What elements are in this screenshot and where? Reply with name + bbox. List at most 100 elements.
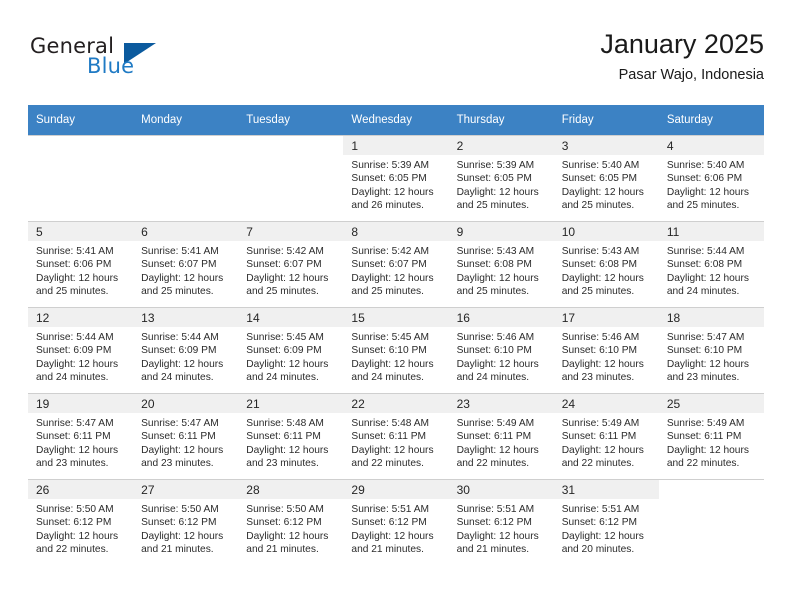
daylight-duration-line1: Daylight: 12 hours bbox=[351, 186, 434, 198]
sunrise-time: Sunrise: 5:49 AM bbox=[561, 418, 640, 429]
day-number: 27 bbox=[133, 479, 239, 499]
daylight-duration-line1: Daylight: 12 hours bbox=[351, 272, 434, 284]
sunrise-time: Sunrise: 5:44 AM bbox=[36, 332, 114, 343]
day-info: Sunrise: 5:40 AM Sunset: 6:06 PM Daylight:… bbox=[659, 155, 764, 212]
calendar-day-cell-empty bbox=[133, 135, 239, 221]
day-number: 22 bbox=[343, 393, 449, 413]
day-info: Sunrise: 5:45 AM Sunset: 6:09 PM Daylight:… bbox=[238, 327, 343, 384]
sunset-time: Sunset: 6:12 PM bbox=[561, 517, 638, 529]
calendar-body: 1 Sunrise: 5:39 AM Sunset: 6:05 PM Daylight… bbox=[28, 135, 764, 565]
general-blue-logo[interactable]: General Blue bbox=[30, 34, 160, 82]
day-number: 26 bbox=[28, 479, 134, 499]
daylight-duration-line1: Daylight: 12 hours bbox=[351, 530, 434, 542]
calendar-day-cell[interactable]: 9 Sunrise: 5:43 AM Sunset: 6:08 PM Daylight… bbox=[448, 221, 554, 307]
daylight-duration-line1: Daylight: 12 hours bbox=[351, 444, 434, 456]
sunset-time: Sunset: 6:11 PM bbox=[246, 431, 321, 443]
day-number: 7 bbox=[238, 221, 344, 241]
calendar-day-cell[interactable]: 1 Sunrise: 5:39 AM Sunset: 6:05 PM Daylight… bbox=[343, 135, 449, 221]
day-info: Sunrise: 5:41 AM Sunset: 6:06 PM Daylight:… bbox=[28, 241, 133, 298]
calendar-day-cell[interactable]: 3 Sunrise: 5:40 AM Sunset: 6:05 PM Daylight… bbox=[553, 135, 659, 221]
calendar-day-cell[interactable]: 24 Sunrise: 5:49 AM Sunset: 6:11 PM Dayligh… bbox=[553, 393, 659, 479]
sunrise-time: Sunrise: 5:43 AM bbox=[456, 246, 535, 257]
daylight-duration-line1: Daylight: 12 hours bbox=[351, 358, 434, 370]
calendar-day-cell[interactable]: 30 Sunrise: 5:51 AM Sunset: 6:12 PM Dayligh… bbox=[448, 479, 554, 565]
calendar-day-cell[interactable]: 23 Sunrise: 5:49 AM Sunset: 6:11 PM Dayligh… bbox=[448, 393, 554, 479]
daylight-duration-line1: Daylight: 12 hours bbox=[36, 272, 119, 284]
calendar-week-row: 12 Sunrise: 5:44 AM Sunset: 6:09 PM Dayligh… bbox=[28, 307, 764, 393]
sunrise-time: Sunrise: 5:42 AM bbox=[351, 246, 430, 257]
calendar-day-cell[interactable]: 21 Sunrise: 5:48 AM Sunset: 6:11 PM Dayligh… bbox=[238, 393, 344, 479]
sunset-time: Sunset: 6:09 PM bbox=[246, 345, 322, 357]
column-header-tuesday: Tuesday bbox=[238, 105, 344, 135]
calendar-day-cell[interactable]: 11 Sunrise: 5:44 AM Sunset: 6:08 PM Dayligh… bbox=[658, 221, 764, 307]
daylight-duration-line2: and 25 minutes. bbox=[36, 285, 109, 297]
day-info: Sunrise: 5:50 AM Sunset: 6:12 PM Daylight:… bbox=[28, 499, 133, 556]
day-number bbox=[133, 135, 239, 155]
calendar-day-cell[interactable]: 8 Sunrise: 5:42 AM Sunset: 6:07 PM Daylight… bbox=[343, 221, 449, 307]
calendar-day-cell[interactable]: 2 Sunrise: 5:39 AM Sunset: 6:05 PM Daylight… bbox=[448, 135, 554, 221]
day-number: 13 bbox=[133, 307, 239, 327]
calendar-day-cell[interactable]: 20 Sunrise: 5:47 AM Sunset: 6:11 PM Dayligh… bbox=[133, 393, 239, 479]
calendar-day-cell[interactable]: 31 Sunrise: 5:51 AM Sunset: 6:12 PM Dayligh… bbox=[553, 479, 659, 565]
calendar-day-cell[interactable]: 13 Sunrise: 5:44 AM Sunset: 6:09 PM Dayligh… bbox=[133, 307, 239, 393]
calendar-day-cell[interactable]: 12 Sunrise: 5:44 AM Sunset: 6:09 PM Dayligh… bbox=[28, 307, 134, 393]
calendar-week-row: 19 Sunrise: 5:47 AM Sunset: 6:11 PM Dayligh… bbox=[28, 393, 764, 479]
day-info: Sunrise: 5:49 AM Sunset: 6:11 PM Daylight:… bbox=[659, 413, 764, 470]
daylight-duration-line2: and 24 minutes. bbox=[351, 371, 424, 383]
calendar-day-cell[interactable]: 17 Sunrise: 5:46 AM Sunset: 6:10 PM Dayligh… bbox=[553, 307, 659, 393]
calendar-day-cell[interactable]: 5 Sunrise: 5:41 AM Sunset: 6:06 PM Daylight… bbox=[28, 221, 134, 307]
sunrise-time: Sunrise: 5:49 AM bbox=[666, 418, 745, 429]
sunset-time: Sunset: 6:05 PM bbox=[456, 173, 532, 185]
daylight-duration-line2: and 20 minutes. bbox=[561, 543, 635, 555]
calendar-day-cell[interactable]: 16 Sunrise: 5:46 AM Sunset: 6:10 PM Dayligh… bbox=[448, 307, 554, 393]
calendar-day-cell[interactable]: 6 Sunrise: 5:41 AM Sunset: 6:07 PM Daylight… bbox=[133, 221, 239, 307]
column-header-wednesday: Wednesday bbox=[343, 105, 449, 135]
day-info: Sunrise: 5:44 AM Sunset: 6:09 PM Daylight:… bbox=[28, 327, 133, 384]
sunset-time: Sunset: 6:08 PM bbox=[456, 259, 532, 271]
daylight-duration-line2: and 24 minutes. bbox=[246, 371, 319, 383]
day-number: 25 bbox=[658, 393, 764, 413]
day-info: Sunrise: 5:47 AM Sunset: 6:11 PM Daylight:… bbox=[133, 413, 238, 470]
daylight-duration-line1: Daylight: 12 hours bbox=[246, 358, 329, 370]
day-number: 4 bbox=[658, 135, 764, 155]
day-number: 16 bbox=[448, 307, 554, 327]
daylight-duration-line1: Daylight: 12 hours bbox=[36, 358, 119, 370]
calendar-day-cell[interactable]: 29 Sunrise: 5:51 AM Sunset: 6:12 PM Dayligh… bbox=[343, 479, 449, 565]
day-number: 2 bbox=[448, 135, 554, 155]
calendar-day-cell[interactable]: 26 Sunrise: 5:50 AM Sunset: 6:12 PM Dayligh… bbox=[28, 479, 134, 565]
daylight-duration-line2: and 23 minutes. bbox=[246, 457, 319, 469]
day-info: Sunrise: 5:44 AM Sunset: 6:08 PM Daylight:… bbox=[659, 241, 764, 298]
day-info: Sunrise: 5:40 AM Sunset: 6:05 PM Daylight:… bbox=[554, 155, 659, 212]
day-number: 17 bbox=[553, 307, 659, 327]
day-number bbox=[28, 135, 134, 155]
sunset-time: Sunset: 6:11 PM bbox=[141, 431, 216, 443]
daylight-duration-line1: Daylight: 12 hours bbox=[36, 444, 119, 456]
daylight-duration-line1: Daylight: 12 hours bbox=[666, 358, 749, 370]
day-number: 28 bbox=[238, 479, 344, 499]
calendar-day-cell[interactable]: 14 Sunrise: 5:45 AM Sunset: 6:09 PM Dayligh… bbox=[238, 307, 344, 393]
calendar-day-cell[interactable]: 18 Sunrise: 5:47 AM Sunset: 6:10 PM Dayligh… bbox=[658, 307, 764, 393]
calendar-day-cell[interactable]: 10 Sunrise: 5:43 AM Sunset: 6:08 PM Dayligh… bbox=[553, 221, 659, 307]
calendar-day-cell[interactable]: 4 Sunrise: 5:40 AM Sunset: 6:06 PM Daylight… bbox=[658, 135, 764, 221]
calendar-day-cell[interactable]: 27 Sunrise: 5:50 AM Sunset: 6:12 PM Dayligh… bbox=[133, 479, 239, 565]
daylight-duration-line1: Daylight: 12 hours bbox=[666, 444, 749, 456]
calendar-day-cell[interactable]: 7 Sunrise: 5:42 AM Sunset: 6:07 PM Daylight… bbox=[238, 221, 344, 307]
day-number: 11 bbox=[658, 221, 764, 241]
sunrise-time: Sunrise: 5:40 AM bbox=[561, 160, 640, 171]
sunset-time: Sunset: 6:11 PM bbox=[36, 431, 111, 443]
sunset-time: Sunset: 6:09 PM bbox=[141, 345, 217, 357]
sunset-time: Sunset: 6:07 PM bbox=[351, 259, 427, 271]
day-number: 10 bbox=[553, 221, 659, 241]
sunset-time: Sunset: 6:09 PM bbox=[36, 345, 112, 357]
calendar-week-row: 5 Sunrise: 5:41 AM Sunset: 6:06 PM Daylight… bbox=[28, 221, 764, 307]
sunrise-sunset-calendar: Sunday Monday Tuesday Wednesday Thursday… bbox=[28, 105, 764, 565]
calendar-day-cell[interactable]: 22 Sunrise: 5:48 AM Sunset: 6:11 PM Dayligh… bbox=[343, 393, 449, 479]
daylight-duration-line1: Daylight: 12 hours bbox=[141, 530, 224, 542]
daylight-duration-line1: Daylight: 12 hours bbox=[561, 358, 644, 370]
calendar-day-cell[interactable]: 25 Sunrise: 5:49 AM Sunset: 6:11 PM Dayligh… bbox=[658, 393, 764, 479]
calendar-day-cell[interactable]: 28 Sunrise: 5:50 AM Sunset: 6:12 PM Dayligh… bbox=[238, 479, 344, 565]
calendar-day-cell[interactable]: 19 Sunrise: 5:47 AM Sunset: 6:11 PM Dayligh… bbox=[28, 393, 134, 479]
calendar-day-cell[interactable]: 15 Sunrise: 5:45 AM Sunset: 6:10 PM Dayligh… bbox=[343, 307, 449, 393]
sunset-time: Sunset: 6:11 PM bbox=[456, 431, 532, 443]
day-number: 24 bbox=[553, 393, 659, 413]
